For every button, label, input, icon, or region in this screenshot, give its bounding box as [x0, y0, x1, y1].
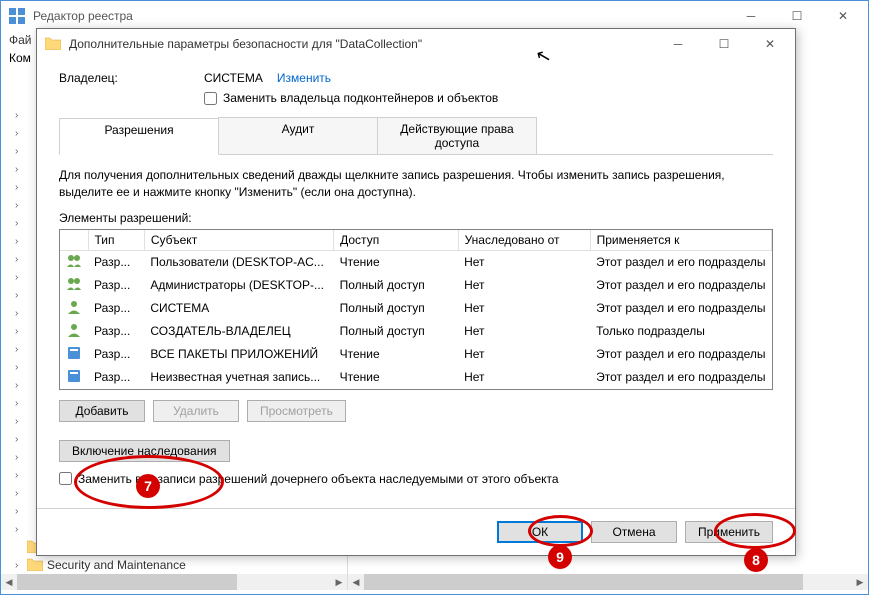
cell-subject: Неизвестная учетная запись...	[144, 366, 333, 389]
cell-access: Полный доступ	[334, 274, 458, 297]
cell-access: Полный доступ	[334, 297, 458, 320]
close-button[interactable]: ✕	[820, 1, 866, 31]
owner-label: Владелец:	[59, 71, 204, 85]
folder-icon	[45, 36, 61, 52]
principal-icon	[60, 250, 88, 274]
tab-strip: Разрешения Аудит Действующие права досту…	[59, 117, 773, 155]
cell-access: Чтение	[334, 366, 458, 389]
cell-applies: Этот раздел и его подразделы	[590, 250, 771, 274]
col-type[interactable]: Тип	[88, 230, 144, 251]
cell-type: Разр...	[88, 297, 144, 320]
cell-type: Разр...	[88, 343, 144, 366]
ok-button[interactable]: ОК	[497, 521, 583, 543]
menu-file[interactable]: Фай	[9, 33, 32, 47]
principal-icon	[60, 320, 88, 343]
cell-subject: ВСЕ ПАКЕТЫ ПРИЛОЖЕНИЙ	[144, 343, 333, 366]
scroll-left-icon[interactable]: ◀	[348, 577, 364, 588]
minimize-button[interactable]: ─	[728, 1, 774, 31]
tab-audit[interactable]: Аудит	[218, 117, 378, 154]
change-owner-link[interactable]: Изменить	[277, 71, 331, 85]
cancel-button[interactable]: Отмена	[591, 521, 677, 543]
cell-inherited: Нет	[458, 320, 590, 343]
cell-access: Чтение	[334, 343, 458, 366]
principal-icon	[60, 297, 88, 320]
cell-access: Чтение	[334, 250, 458, 274]
tab-effective-access[interactable]: Действующие права доступа	[377, 117, 537, 154]
replace-owner-checkbox[interactable]	[204, 92, 217, 105]
dialog-minimize-button[interactable]: ─	[655, 29, 701, 59]
remove-button: Удалить	[153, 400, 239, 422]
principal-icon	[60, 343, 88, 366]
replace-child-checkbox[interactable]	[59, 472, 72, 485]
owner-value: СИСТЕМА	[204, 71, 263, 85]
apply-button[interactable]: Применить	[685, 521, 773, 543]
dialog-title: Дополнительные параметры безопасности дл…	[69, 37, 655, 51]
tab-permissions[interactable]: Разрешения	[59, 118, 219, 155]
table-row[interactable]: Разр...СОЗДАТЕЛЬ-ВЛАДЕЛЕЦПолный доступНе…	[60, 320, 772, 343]
tree-scrollbar-h[interactable]: ◀ ▶	[1, 574, 347, 590]
cell-applies: Этот раздел и его подразделы	[590, 343, 771, 366]
cell-subject: СИСТЕМА	[144, 297, 333, 320]
regedit-icon	[9, 8, 25, 24]
regedit-titlebar: Редактор реестра ─ ☐ ✕	[1, 1, 868, 31]
cell-subject: Пользователи (DESKTOP-AC...	[144, 250, 333, 274]
dialog-close-button[interactable]: ✕	[747, 29, 793, 59]
table-row[interactable]: Разр...Неизвестная учетная запись...Чтен…	[60, 366, 772, 389]
cell-applies: Этот раздел и его подразделы	[590, 297, 771, 320]
replace-owner-label: Заменить владельца подконтейнеров и объе…	[223, 91, 498, 105]
col-icon[interactable]	[60, 230, 88, 251]
cell-inherited: Нет	[458, 297, 590, 320]
list-scrollbar-h[interactable]: ◀ ▶	[348, 574, 868, 590]
cell-applies: Этот раздел и его подразделы	[590, 274, 771, 297]
enable-inheritance-button[interactable]: Включение наследования	[59, 440, 230, 462]
cell-applies: Этот раздел и его подразделы	[590, 366, 771, 389]
dialog-titlebar: Дополнительные параметры безопасности дл…	[37, 29, 795, 59]
dialog-button-bar: ОК Отмена Применить	[37, 508, 795, 555]
table-row[interactable]: Разр...Администраторы (DESKTOP-...Полный…	[60, 274, 772, 297]
replace-child-label: Заменить все записи разрешений дочернего…	[78, 472, 559, 486]
scroll-right-icon[interactable]: ▶	[331, 577, 347, 588]
advanced-security-dialog: Дополнительные параметры безопасности дл…	[36, 28, 796, 556]
cell-access: Полный доступ	[334, 320, 458, 343]
address-label: Ком	[9, 51, 31, 65]
info-text: Для получения дополнительных сведений дв…	[59, 167, 773, 201]
maximize-button[interactable]: ☐	[774, 1, 820, 31]
table-row[interactable]: Разр...ВСЕ ПАКЕТЫ ПРИЛОЖЕНИЙЧтениеНетЭто…	[60, 343, 772, 366]
cell-inherited: Нет	[458, 343, 590, 366]
view-button: Просмотреть	[247, 400, 346, 422]
regedit-title: Редактор реестра	[33, 9, 728, 23]
cell-inherited: Нет	[458, 366, 590, 389]
col-applies[interactable]: Применяется к	[590, 230, 771, 251]
dialog-maximize-button[interactable]: ☐	[701, 29, 747, 59]
permissions-elements-label: Элементы разрешений:	[59, 211, 773, 225]
tree-item[interactable]: ›Security and Maintenance	[1, 556, 347, 574]
add-button[interactable]: Добавить	[59, 400, 145, 422]
cell-subject: Администраторы (DESKTOP-...	[144, 274, 333, 297]
cell-inherited: Нет	[458, 250, 590, 274]
cell-type: Разр...	[88, 366, 144, 389]
col-inherited[interactable]: Унаследовано от	[458, 230, 590, 251]
cell-subject: СОЗДАТЕЛЬ-ВЛАДЕЛЕЦ	[144, 320, 333, 343]
cell-applies: Только подразделы	[590, 320, 771, 343]
cell-type: Разр...	[88, 320, 144, 343]
scroll-right-icon[interactable]: ▶	[852, 577, 868, 588]
cell-type: Разр...	[88, 250, 144, 274]
principal-icon	[60, 274, 88, 297]
permissions-table[interactable]: Тип Субъект Доступ Унаследовано от Приме…	[59, 229, 773, 390]
table-row[interactable]: Разр...Пользователи (DESKTOP-AC...Чтение…	[60, 250, 772, 274]
col-access[interactable]: Доступ	[334, 230, 458, 251]
scroll-left-icon[interactable]: ◀	[1, 577, 17, 588]
cell-inherited: Нет	[458, 274, 590, 297]
col-subject[interactable]: Субъект	[144, 230, 333, 251]
cell-type: Разр...	[88, 274, 144, 297]
table-row[interactable]: Разр...СИСТЕМАПолный доступНетЭтот разде…	[60, 297, 772, 320]
principal-icon	[60, 366, 88, 389]
